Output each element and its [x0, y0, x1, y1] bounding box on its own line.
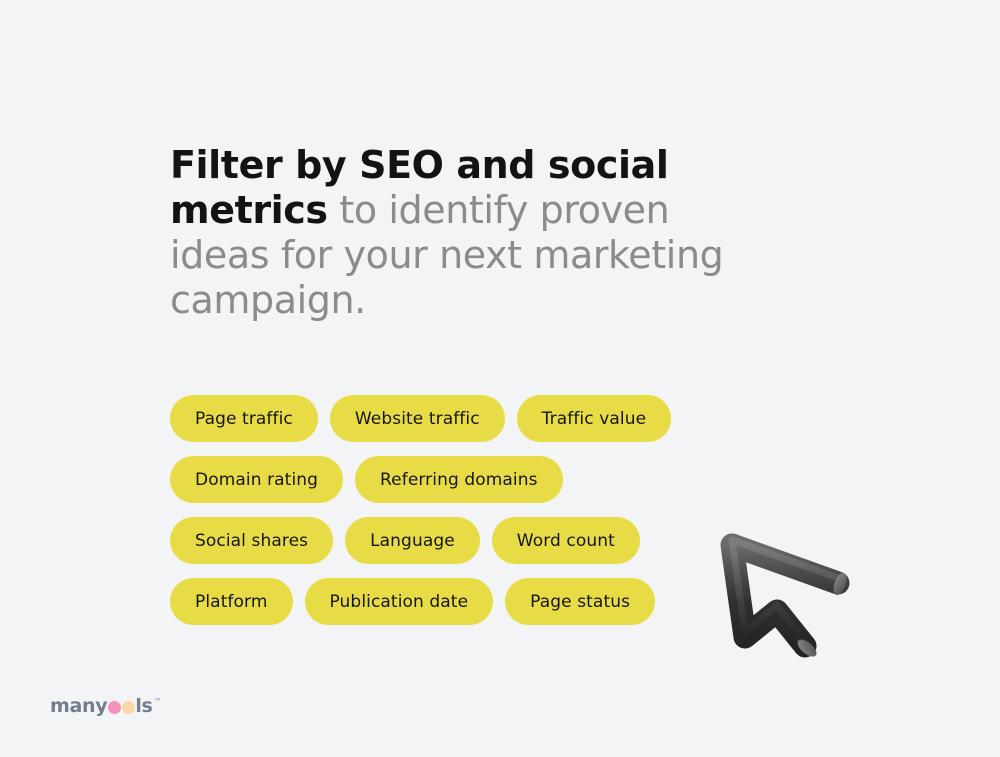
filter-pill-website-traffic[interactable]: Website traffic	[329, 395, 505, 442]
page-title: Filter by SEO and social metrics to iden…	[170, 143, 730, 323]
logo-wordmark: many ls	[50, 697, 153, 716]
trademark-symbol: ™	[153, 697, 162, 706]
filter-pill-page-traffic[interactable]: Page traffic	[170, 395, 318, 442]
filter-pill-social-shares[interactable]: Social shares	[170, 517, 334, 564]
filter-pill-row: Social shares Language Word count	[170, 517, 870, 564]
filter-pill-word-count[interactable]: Word count	[491, 517, 640, 564]
filter-pill-group: Page traffic Website traffic Traffic val…	[170, 395, 870, 639]
logo-suffix: ls	[135, 695, 153, 717]
logo-dot-peach-icon	[121, 701, 135, 714]
filter-pill-row: Page traffic Website traffic Traffic val…	[170, 395, 870, 442]
filter-pill-traffic-value[interactable]: Traffic value	[516, 395, 672, 442]
filter-pill-page-status[interactable]: Page status	[505, 578, 656, 625]
filter-pill-language[interactable]: Language	[345, 517, 480, 564]
filter-pill-publication-date[interactable]: Publication date	[304, 578, 494, 625]
slide-canvas: Filter by SEO and social metrics to iden…	[0, 0, 1000, 757]
filter-pill-domain-rating[interactable]: Domain rating	[170, 456, 344, 503]
logo-prefix: many	[50, 695, 108, 717]
filter-pill-platform[interactable]: Platform	[170, 578, 293, 625]
filter-pill-referring-domains[interactable]: Referring domains	[355, 456, 563, 503]
filter-pill-row: Platform Publication date Page status	[170, 578, 870, 625]
filter-pill-row: Domain rating Referring domains	[170, 456, 870, 503]
logo-dot-pink-icon	[107, 701, 121, 714]
brand-logo: many ls ™	[50, 697, 162, 723]
